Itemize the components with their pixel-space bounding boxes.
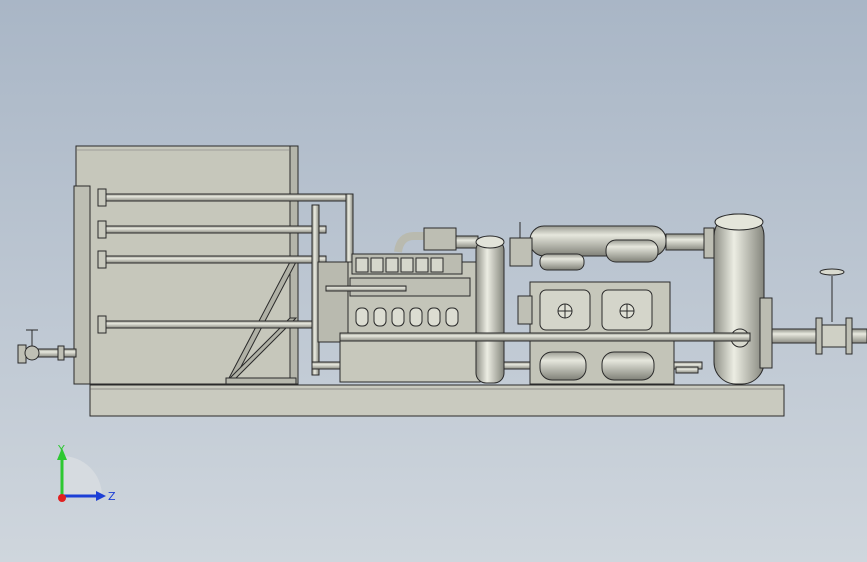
engine-block[interactable] <box>317 227 481 383</box>
vertical-separator[interactable] <box>713 213 773 385</box>
inlet-valve-left[interactable] <box>17 329 77 364</box>
origin-point <box>58 494 66 502</box>
discharge-pipe[interactable] <box>339 332 751 342</box>
y-axis-label: Y <box>57 443 65 456</box>
radiator-cooler[interactable] <box>73 145 299 385</box>
base-skid[interactable] <box>89 384 785 417</box>
z-axis-label: Z <box>108 490 116 503</box>
horizontal-scrubber-vessel[interactable] <box>509 222 717 271</box>
equipment-model[interactable] <box>17 145 867 417</box>
vertical-riser[interactable] <box>475 239 505 384</box>
graphics-viewport[interactable] <box>0 0 867 562</box>
outlet-valve-right[interactable] <box>771 268 867 355</box>
coordinate-triad: Y Z <box>57 443 116 503</box>
